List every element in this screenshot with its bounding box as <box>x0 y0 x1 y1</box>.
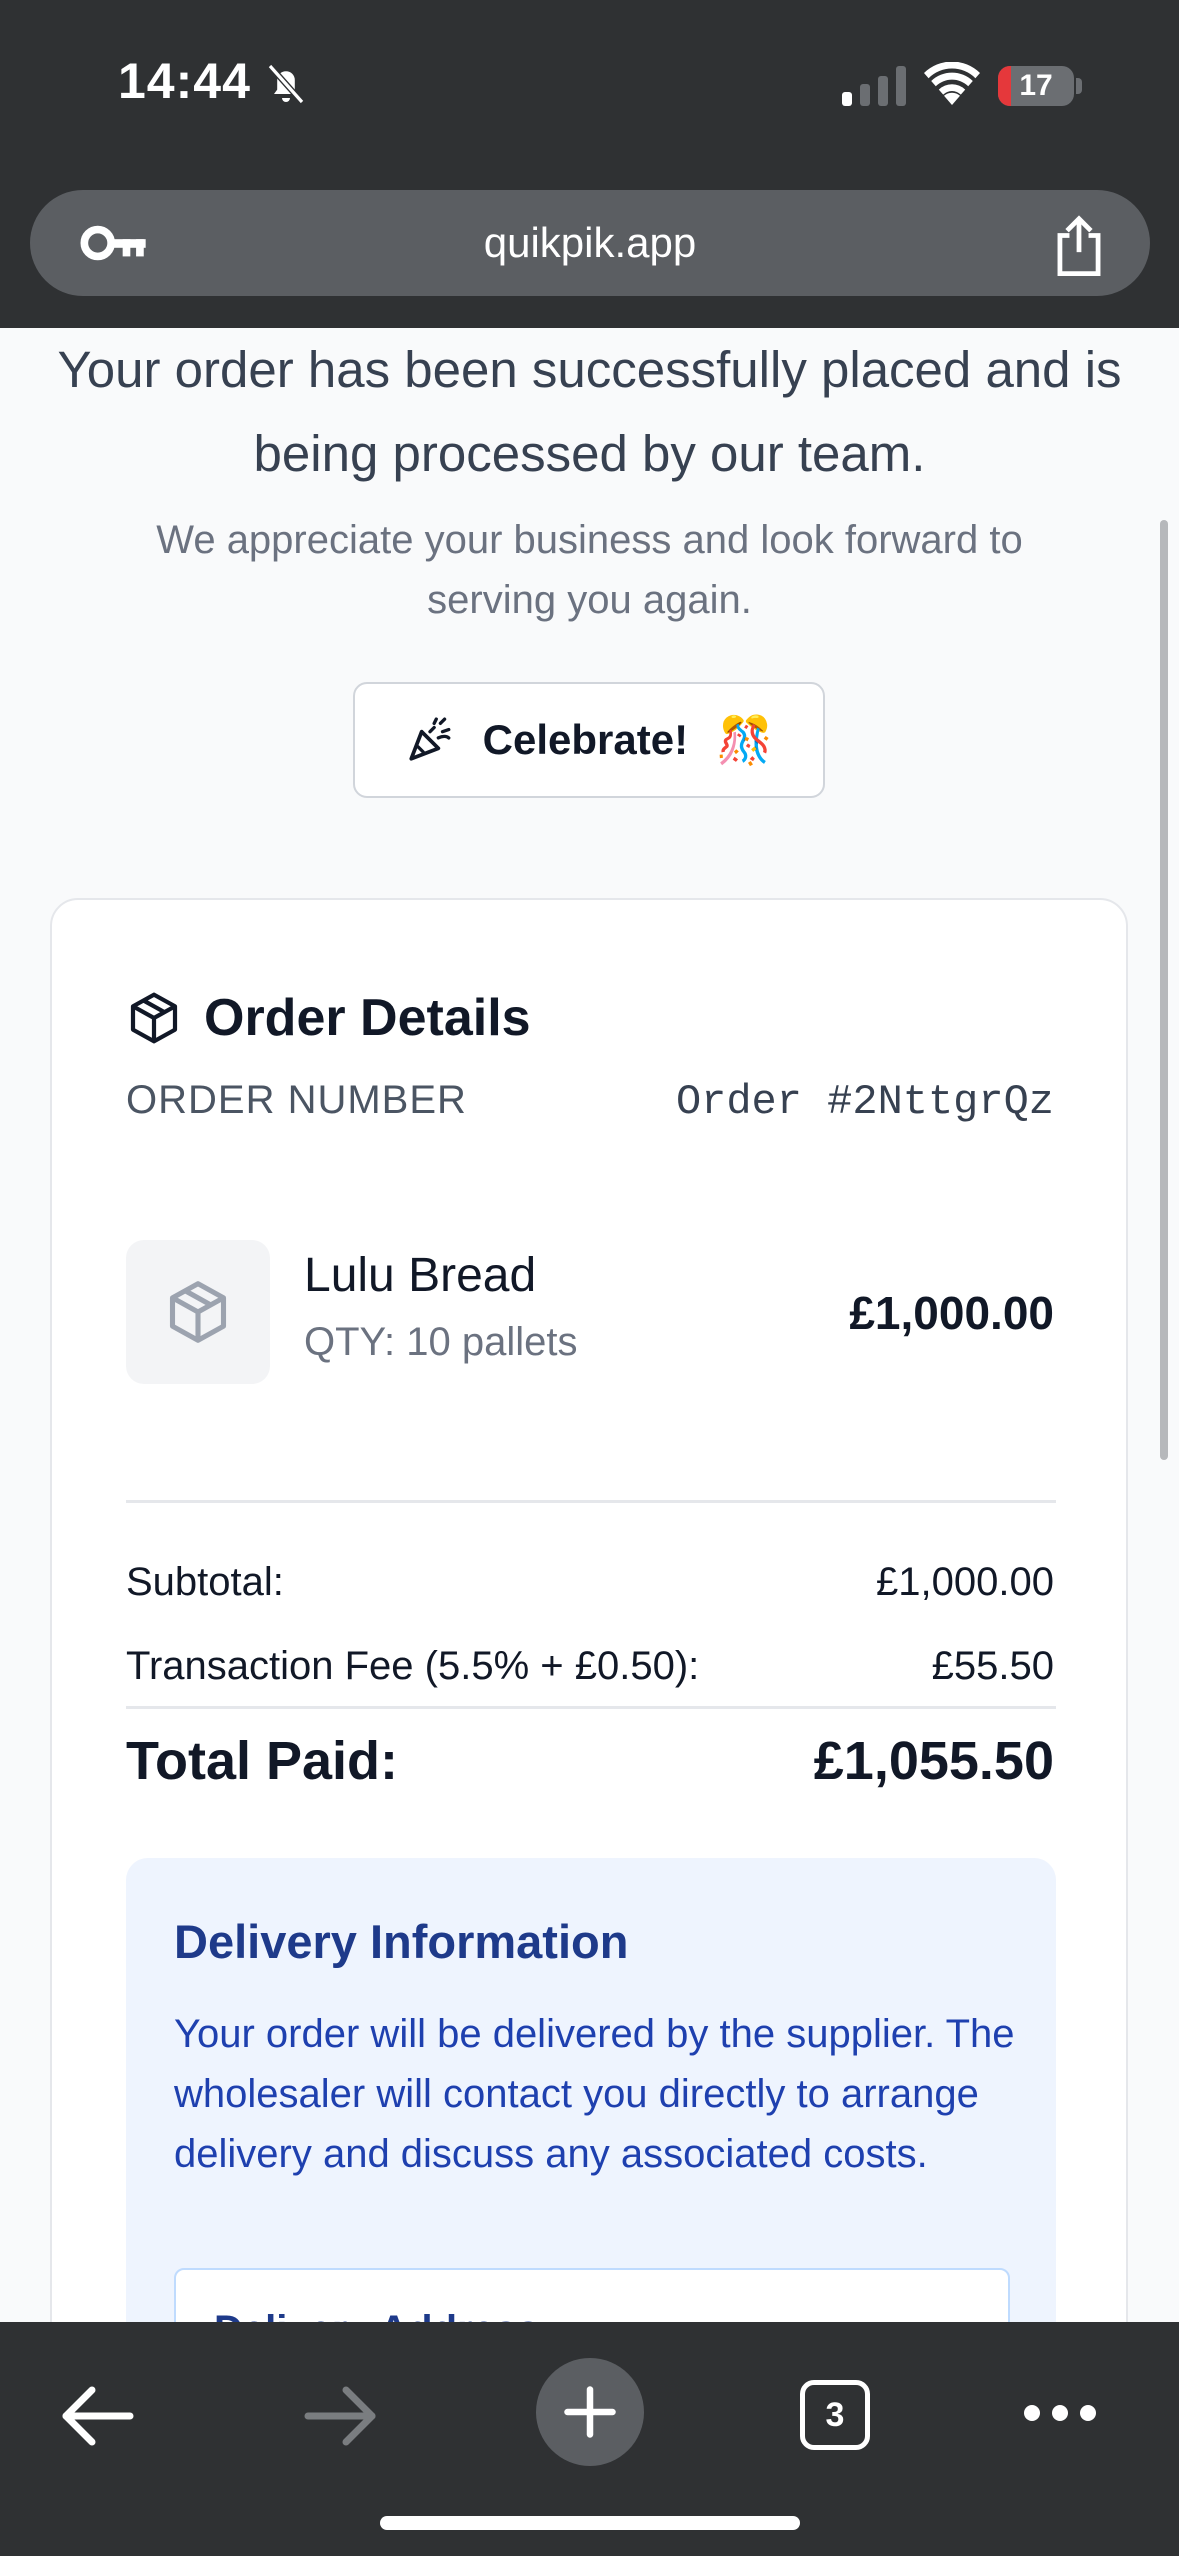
total-paid-value: £1,055.50 <box>813 1731 1054 1791</box>
plus-icon <box>564 2386 616 2438</box>
delivery-address-title: Delivery Address: <box>214 2308 553 2322</box>
page-content: Your order has been successfully placed … <box>0 328 1179 2322</box>
thank-you-message: We appreciate your business and look for… <box>156 518 1023 622</box>
celebrate-button[interactable]: Celebrate! 🎊 <box>353 682 825 798</box>
clock: 14:44 <box>118 53 251 109</box>
share-icon[interactable] <box>1050 214 1108 276</box>
subtotal-label: Subtotal: <box>126 1560 284 1604</box>
battery-percent: 17 <box>1019 69 1053 102</box>
order-details-heading: Order Details <box>126 988 531 1048</box>
celebrate-label: Celebrate! <box>482 716 689 763</box>
wifi-icon <box>924 62 980 105</box>
home-indicator[interactable] <box>380 2516 800 2530</box>
forward-arrow-icon[interactable] <box>304 2384 380 2448</box>
package-icon <box>169 1281 227 1343</box>
battery-indicator: 17 <box>998 66 1074 106</box>
url-text[interactable]: quikpik.app <box>30 190 1150 296</box>
product-price: £1,000.00 <box>849 1287 1054 1339</box>
product-quantity: QTY: 10 pallets <box>304 1320 578 1364</box>
transaction-fee-value: £55.50 <box>931 1644 1054 1688</box>
status-bar: 14:44 17 <box>0 0 1179 190</box>
divider <box>126 1500 1056 1503</box>
total-paid-label: Total Paid: <box>126 1731 399 1791</box>
product-name: Lulu Bread <box>304 1249 537 1302</box>
back-arrow-icon[interactable] <box>58 2384 134 2448</box>
order-details-card: Order Details ORDER NUMBER Order #2Nttgr… <box>50 898 1128 2322</box>
delivery-info-text: Your order will be delivered by the supp… <box>174 2012 1015 2176</box>
page-scrollbar[interactable] <box>1160 520 1168 1460</box>
party-popper-icon <box>409 717 451 761</box>
delivery-info-title: Delivery Information <box>174 1915 629 1968</box>
delivery-info-box: Delivery Information Your order will be … <box>126 1858 1056 2322</box>
cellular-signal-icon <box>842 66 906 106</box>
package-icon <box>130 992 178 1044</box>
bell-muted-icon <box>267 64 305 104</box>
order-details-title: Order Details <box>204 989 531 1047</box>
confetti-ball-icon: 🎊 <box>716 713 774 766</box>
order-number-label: ORDER NUMBER <box>126 1078 467 1122</box>
divider <box>126 1706 1056 1709</box>
delivery-address-box: Delivery Address: <box>174 2268 1010 2322</box>
battery-tip <box>1076 78 1082 94</box>
more-options-icon[interactable] <box>1022 2398 1098 2428</box>
success-headline: Your order has been successfully placed … <box>57 341 1122 482</box>
tab-switcher-button[interactable]: 3 <box>800 2380 870 2450</box>
transaction-fee-label: Transaction Fee (5.5% + £0.50): <box>126 1644 700 1688</box>
address-bar[interactable]: quikpik.app <box>30 190 1150 296</box>
subtotal-value: £1,000.00 <box>876 1560 1054 1604</box>
product-thumbnail <box>126 1240 270 1384</box>
new-tab-button[interactable] <box>536 2358 644 2466</box>
order-number-value: Order #2NttgrQz <box>675 1078 1054 1126</box>
